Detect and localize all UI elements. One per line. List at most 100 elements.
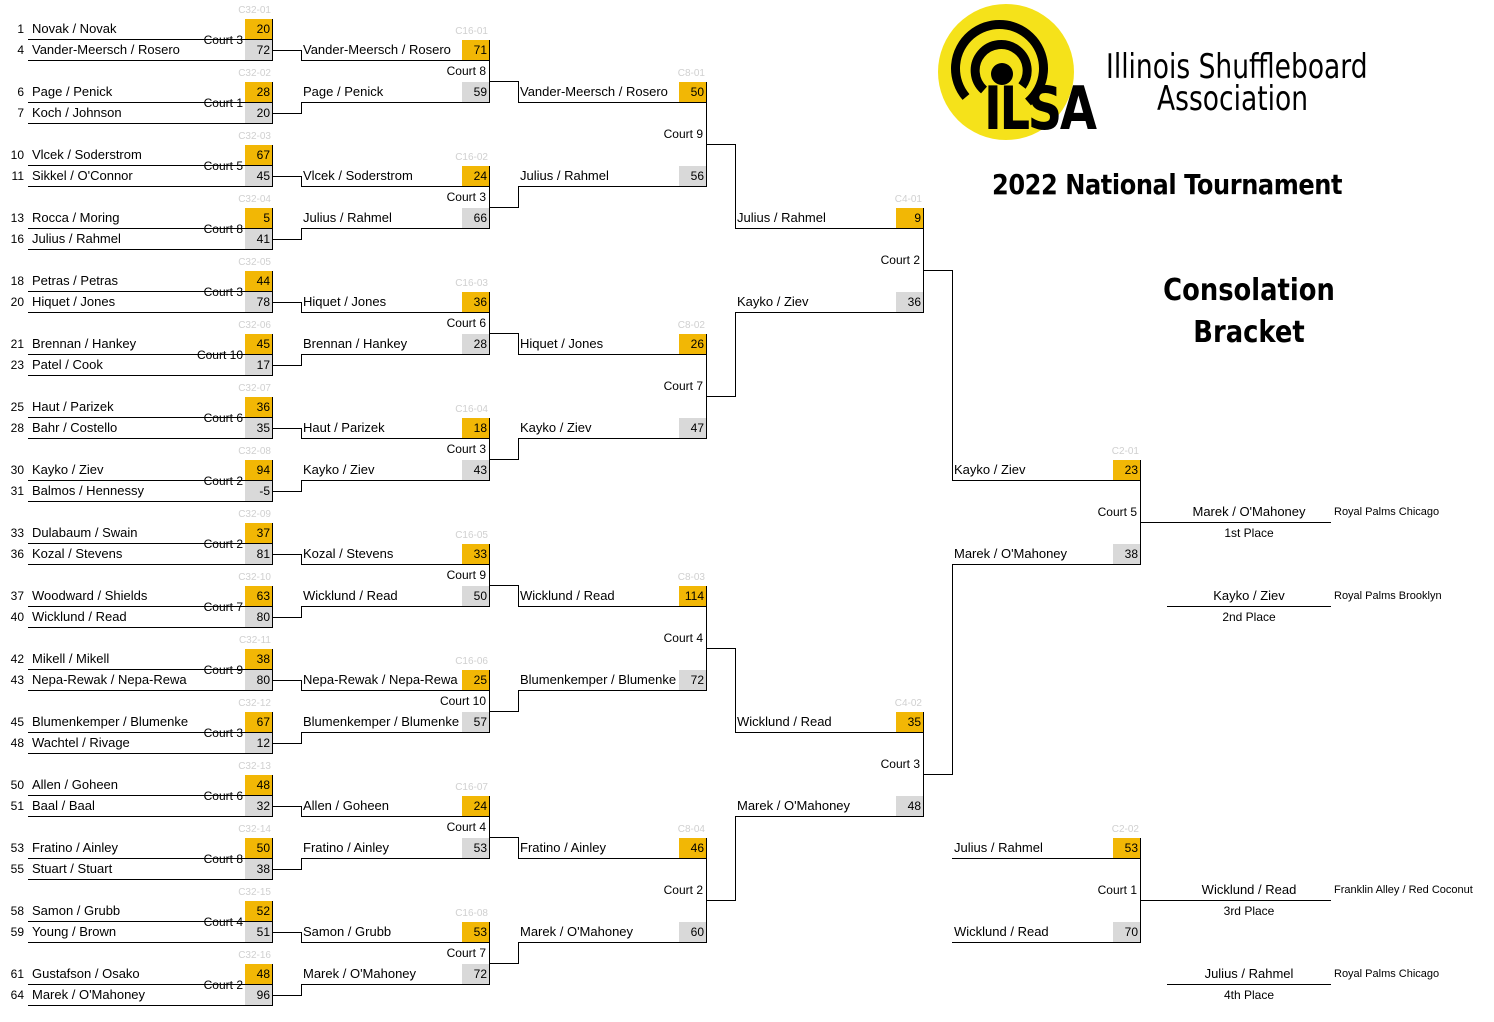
place-venue: Franklin Alley / Red Coconut bbox=[1334, 884, 1473, 896]
winner-feed-connector bbox=[735, 816, 736, 901]
team-underline bbox=[301, 186, 489, 187]
winner-feed-line bbox=[272, 743, 301, 744]
score-box-top: 52 bbox=[245, 901, 272, 921]
team-name: Samon / Grubb bbox=[32, 903, 121, 918]
team-underline bbox=[518, 606, 706, 607]
score-box-top: 35 bbox=[896, 712, 923, 732]
winner-feed-connector bbox=[301, 228, 302, 240]
score-box-top: 67 bbox=[245, 712, 272, 732]
winner-feed-connector bbox=[518, 837, 519, 859]
team-name: Marek / O'Mahoney bbox=[737, 798, 851, 813]
team-name: Page / Penick bbox=[303, 84, 384, 99]
team-name: Samon / Grubb bbox=[303, 924, 392, 939]
score-box-bottom: 57 bbox=[462, 712, 489, 732]
game-id: C32-05 bbox=[238, 257, 271, 268]
score-box-top: 5 bbox=[245, 208, 272, 228]
score-box-bottom: 41 bbox=[245, 229, 272, 249]
winner-feed-line bbox=[272, 806, 301, 807]
team-underline bbox=[952, 858, 1140, 859]
game-id: C32-08 bbox=[238, 446, 271, 457]
score-box-bottom: 59 bbox=[462, 82, 489, 102]
seed-number: 37 bbox=[10, 589, 24, 603]
seed-number: 42 bbox=[10, 652, 24, 666]
bracket-connector bbox=[1140, 460, 1141, 565]
bracket-connector bbox=[272, 964, 273, 1006]
winner-feed-connector bbox=[301, 932, 302, 943]
score-box-bottom: 96 bbox=[245, 985, 272, 1005]
seed-number: 7 bbox=[17, 106, 24, 120]
winner-feed-line bbox=[706, 900, 735, 901]
winner-feed-connector bbox=[735, 648, 736, 733]
team-name: Kozal / Stevens bbox=[303, 546, 394, 561]
seed-number: 28 bbox=[10, 421, 24, 435]
seed-number: 6 bbox=[17, 85, 24, 99]
score-box-bottom: 50 bbox=[462, 586, 489, 606]
team-name: Allen / Goheen bbox=[32, 777, 119, 792]
seed-number: 36 bbox=[10, 547, 24, 561]
score-box-bottom: 12 bbox=[245, 733, 272, 753]
court-label: Court 1 bbox=[1097, 883, 1137, 897]
score-box-top: 36 bbox=[245, 397, 272, 417]
game-id: C16-01 bbox=[455, 26, 488, 37]
team-underline bbox=[28, 165, 272, 166]
game-id: C32-01 bbox=[238, 5, 271, 16]
team-name: Julius / Rahmel bbox=[303, 210, 392, 225]
winner-feed-line bbox=[489, 459, 518, 460]
winner-feed-line bbox=[272, 428, 301, 429]
score-box-bottom: 48 bbox=[896, 796, 923, 816]
court-label: Court 5 bbox=[1097, 505, 1137, 519]
score-box-top: 71 bbox=[462, 40, 489, 60]
seed-number: 23 bbox=[10, 358, 24, 372]
score-box-bottom: 45 bbox=[245, 166, 272, 186]
team-underline bbox=[28, 858, 272, 859]
team-underline bbox=[28, 312, 272, 313]
score-box-top: 50 bbox=[679, 82, 706, 102]
tournament-title: 2022 National Tournament bbox=[992, 168, 1343, 201]
team-name: Vander-Meersch / Rosero bbox=[32, 42, 180, 57]
place-label: 1st Place bbox=[1224, 526, 1274, 540]
bracket-connector bbox=[489, 544, 490, 607]
winner-feed-line bbox=[272, 617, 301, 618]
winner-feed-connector bbox=[301, 176, 302, 187]
team-underline bbox=[301, 480, 489, 481]
team-name: Woodward / Shields bbox=[32, 588, 148, 603]
court-label: Court 7 bbox=[446, 946, 486, 960]
team-underline bbox=[518, 438, 706, 439]
score-box-bottom: 53 bbox=[462, 838, 489, 858]
winner-feed-connector bbox=[301, 428, 302, 439]
team-name: Kayko / Ziev bbox=[954, 462, 1026, 477]
winner-feed-connector bbox=[301, 858, 302, 870]
seed-number: 4 bbox=[17, 43, 24, 57]
bracket-connector bbox=[489, 796, 490, 859]
winner-feed-connector bbox=[301, 354, 302, 366]
winner-feed-line bbox=[272, 869, 301, 870]
court-label: Court 3 bbox=[446, 190, 486, 204]
team-name: Bahr / Costello bbox=[32, 420, 118, 435]
team-underline bbox=[518, 354, 706, 355]
court-label: Court 7 bbox=[663, 379, 703, 393]
seed-number: 55 bbox=[10, 862, 24, 876]
score-box-top: 24 bbox=[462, 796, 489, 816]
team-underline bbox=[28, 102, 272, 103]
game-id: C32-03 bbox=[238, 131, 271, 142]
team-name: Wicklund / Read bbox=[954, 924, 1049, 939]
bracket-connector bbox=[272, 838, 273, 880]
team-underline bbox=[28, 438, 272, 439]
team-underline bbox=[28, 816, 272, 817]
score-box-bottom: 43 bbox=[462, 460, 489, 480]
winner-feed-line bbox=[706, 396, 735, 397]
winner-feed-line bbox=[489, 711, 518, 712]
team-underline bbox=[301, 984, 489, 985]
game-id: C32-11 bbox=[238, 635, 271, 646]
game-id: C32-06 bbox=[238, 320, 271, 331]
bracket-connector bbox=[706, 838, 707, 943]
team-underline bbox=[28, 732, 272, 733]
winner-feed-line bbox=[489, 585, 518, 586]
bracket-connector bbox=[489, 40, 490, 103]
team-underline bbox=[28, 543, 272, 544]
score-box-top: 36 bbox=[462, 292, 489, 312]
winner-feed-connector bbox=[301, 606, 302, 618]
game-id: C32-12 bbox=[238, 698, 271, 709]
team-name: Wachtel / Rivage bbox=[32, 735, 130, 750]
score-box-bottom: 66 bbox=[462, 208, 489, 228]
